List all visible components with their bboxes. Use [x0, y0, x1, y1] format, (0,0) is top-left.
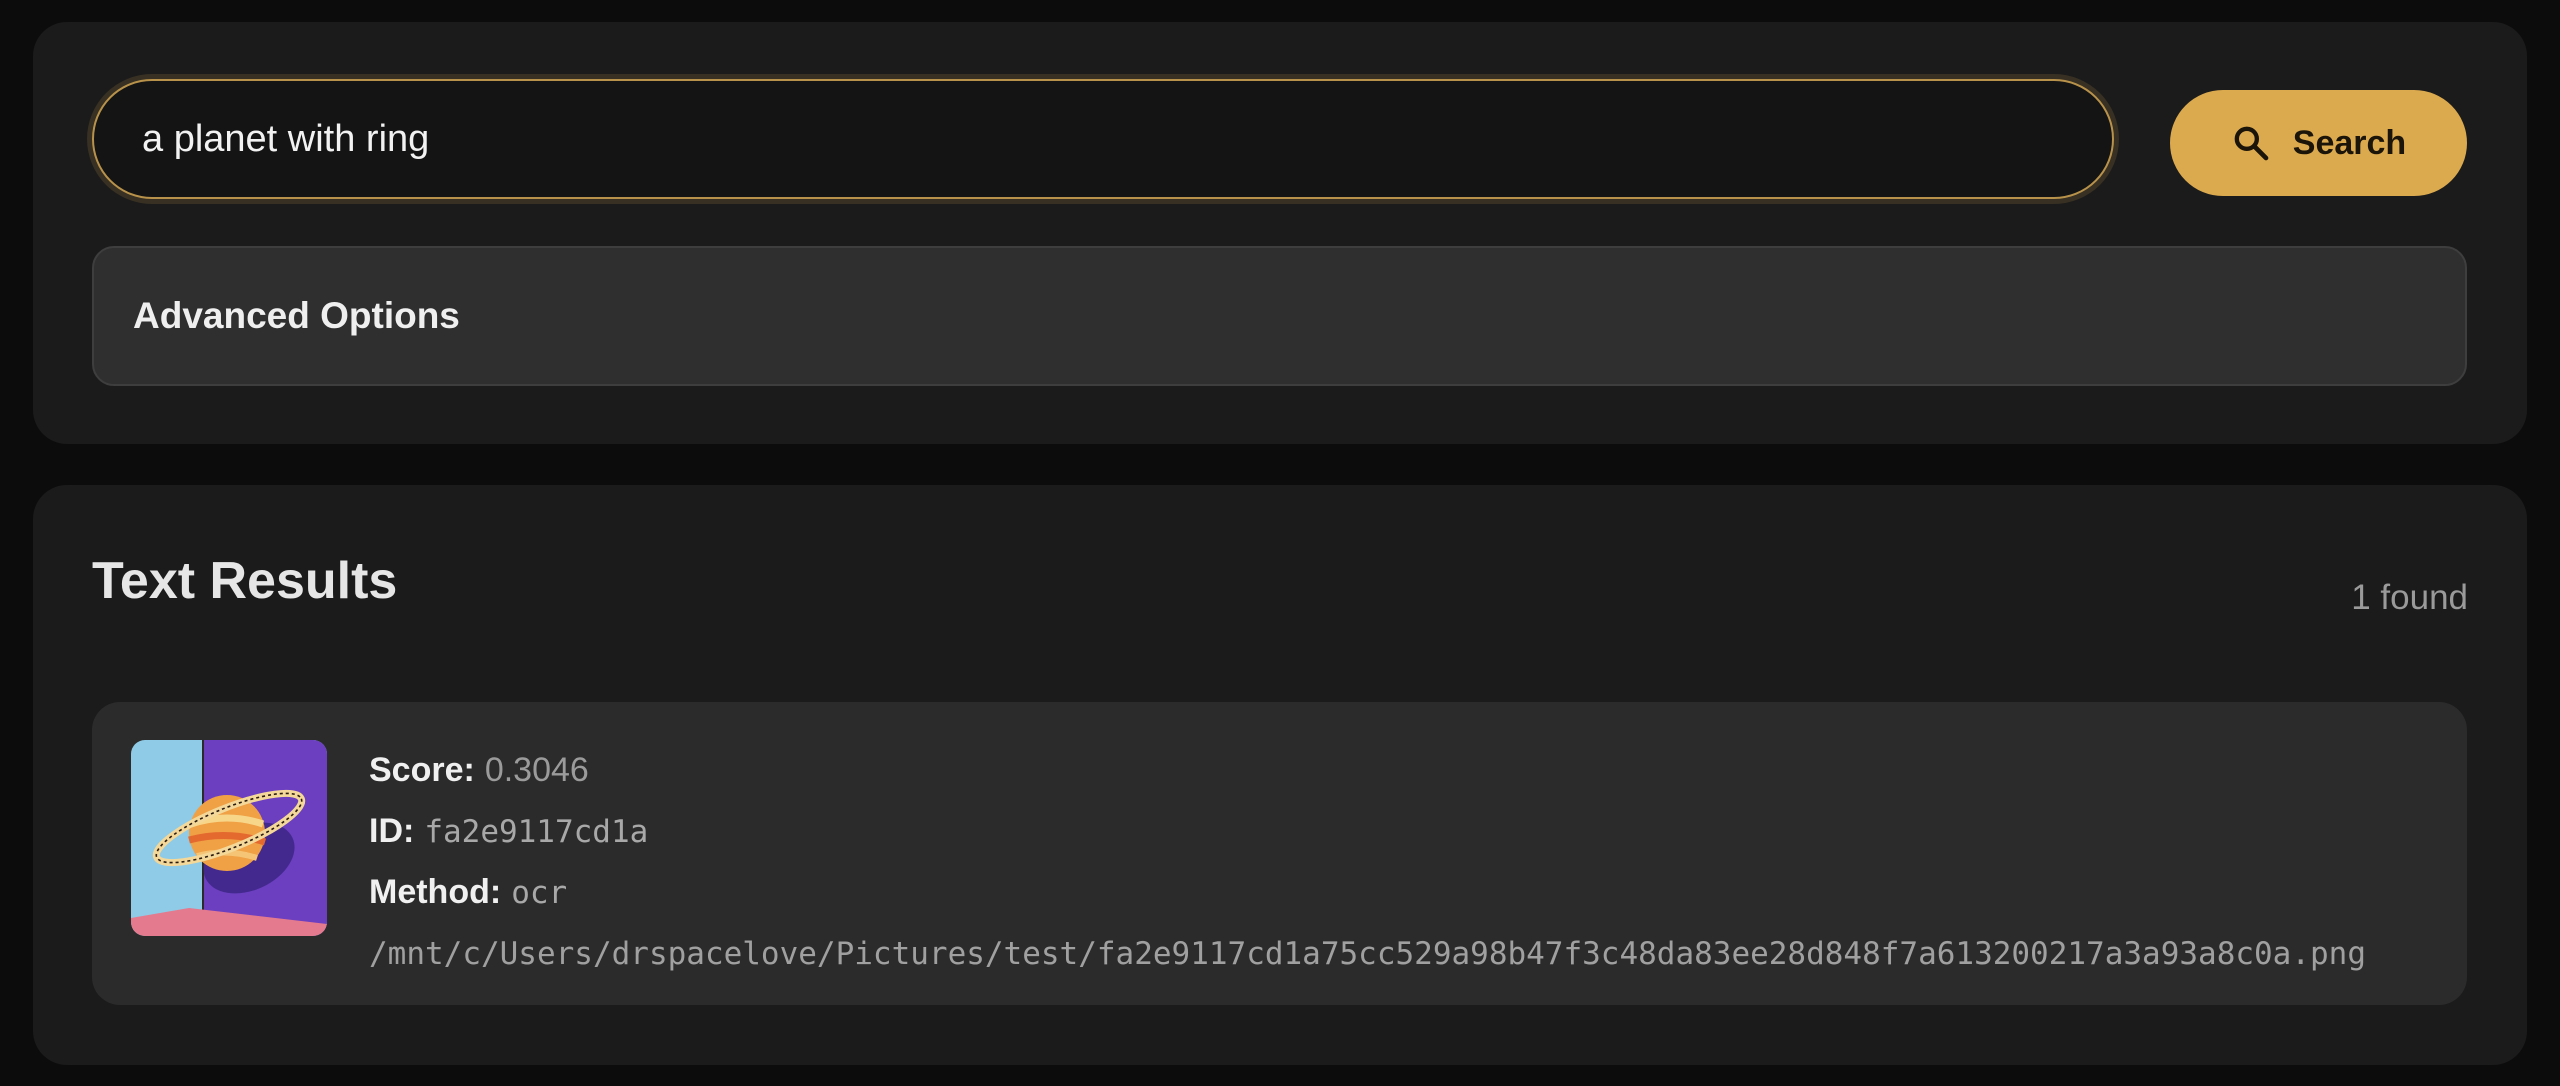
- search-button[interactable]: Search: [2170, 90, 2467, 196]
- result-card[interactable]: Score: 0.3046 ID: fa2e9117cd1a Method: o…: [92, 702, 2467, 1005]
- results-count: 1 found: [2351, 578, 2468, 617]
- search-icon: [2234, 126, 2269, 161]
- score-label: Score:: [369, 751, 475, 789]
- method-row: Method: ocr: [369, 862, 2366, 923]
- advanced-options-label: Advanced Options: [133, 295, 460, 336]
- method-value: ocr: [511, 874, 568, 911]
- search-input[interactable]: [92, 79, 2114, 199]
- id-label: ID:: [369, 812, 415, 850]
- result-meta: Score: 0.3046 ID: fa2e9117cd1a Method: o…: [369, 740, 2366, 984]
- id-value: fa2e9117cd1a: [424, 813, 649, 850]
- advanced-options-toggle[interactable]: Advanced Options: [92, 246, 2467, 386]
- file-path: /mnt/c/Users/drspacelove/Pictures/test/f…: [369, 935, 2367, 972]
- score-row: Score: 0.3046: [369, 740, 2366, 801]
- id-row: ID: fa2e9117cd1a: [369, 801, 2366, 862]
- results-title: Text Results: [92, 552, 398, 610]
- search-panel: Search Advanced Options: [33, 22, 2527, 444]
- method-label: Method:: [369, 873, 502, 911]
- ringed-planet-thumbnail[interactable]: [131, 740, 327, 936]
- search-button-label: Search: [2292, 123, 2407, 162]
- score-value: 0.3046: [484, 751, 589, 789]
- results-panel: Text Results 1 found Score: 0.3046 ID: f…: [33, 485, 2527, 1065]
- path-row: /mnt/c/Users/drspacelove/Pictures/test/f…: [369, 923, 2366, 984]
